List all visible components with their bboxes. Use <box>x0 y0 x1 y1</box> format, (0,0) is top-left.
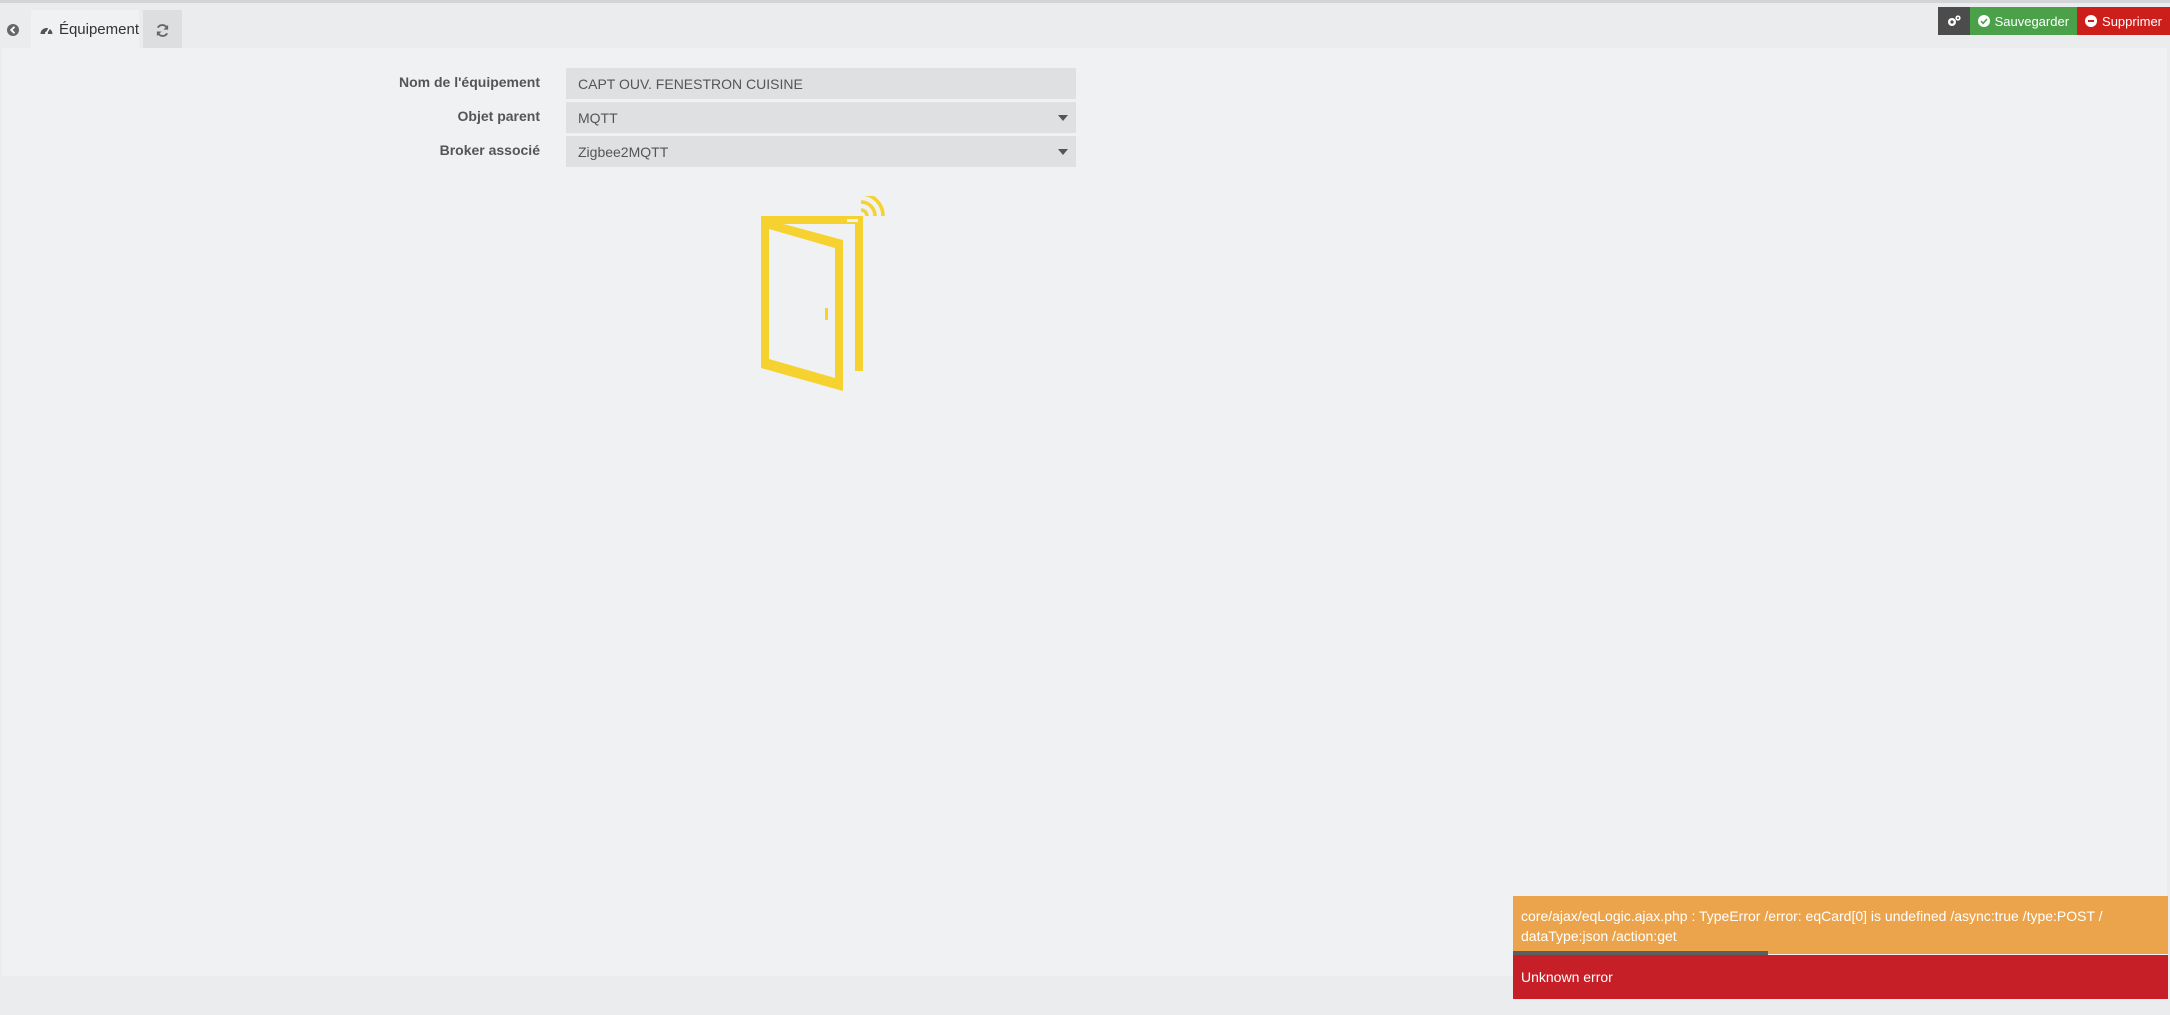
refresh-icon <box>156 24 169 37</box>
equipment-panel: Nom de l'équipement CAPT OUV. FENESTRON … <box>2 48 2167 976</box>
advanced-config-button[interactable] <box>1937 7 1970 35</box>
back-button[interactable] <box>0 11 26 49</box>
back-arrow-icon <box>7 24 19 36</box>
warning-notification[interactable]: core/ajax/eqLogic.ajax.php : TypeError /… <box>1513 896 2168 954</box>
action-buttons: Sauvegarder Supprimer <box>1937 7 2170 35</box>
tab-equipment[interactable]: Équipement <box>31 10 139 51</box>
parent-dropdown-caret-icon <box>1058 115 1068 121</box>
broker-label: Broker associé <box>439 142 540 158</box>
parent-select[interactable]: MQTT <box>566 102 1076 133</box>
minus-circle-icon <box>2085 15 2098 27</box>
name-input[interactable]: CAPT OUV. FENESTRON CUISINE <box>566 68 1076 99</box>
parent-row: Objet parent MQTT <box>2 102 1102 133</box>
name-row: Nom de l'équipement CAPT OUV. FENESTRON … <box>2 68 1102 99</box>
parent-select-value: MQTT <box>578 109 618 126</box>
parent-label: Objet parent <box>457 108 540 124</box>
error-notification[interactable]: Unknown error <box>1513 955 2168 999</box>
door-sensor-icon <box>761 196 885 391</box>
broker-select[interactable]: Zigbee2MQTT <box>566 136 1076 167</box>
tab-bar: Équipement <box>0 3 2170 51</box>
tachometer-icon <box>40 27 53 35</box>
broker-dropdown-caret-icon <box>1058 149 1068 155</box>
save-label: Sauvegarder <box>1994 13 2070 29</box>
error-notification-text: Unknown error <box>1521 969 1613 985</box>
refresh-tab-button[interactable] <box>143 10 182 51</box>
cogs-icon <box>1947 15 1961 26</box>
broker-select-value: Zigbee2MQTT <box>578 143 669 160</box>
check-circle-icon <box>1977 15 1990 27</box>
broker-row: Broker associé Zigbee2MQTT <box>2 136 1102 167</box>
delete-button[interactable]: Supprimer <box>2077 7 2170 35</box>
name-label: Nom de l'équipement <box>398 74 540 90</box>
save-button[interactable]: Sauvegarder <box>1969 7 2078 35</box>
delete-label: Supprimer <box>2102 13 2162 29</box>
tab-equipment-label: Équipement <box>58 21 139 38</box>
